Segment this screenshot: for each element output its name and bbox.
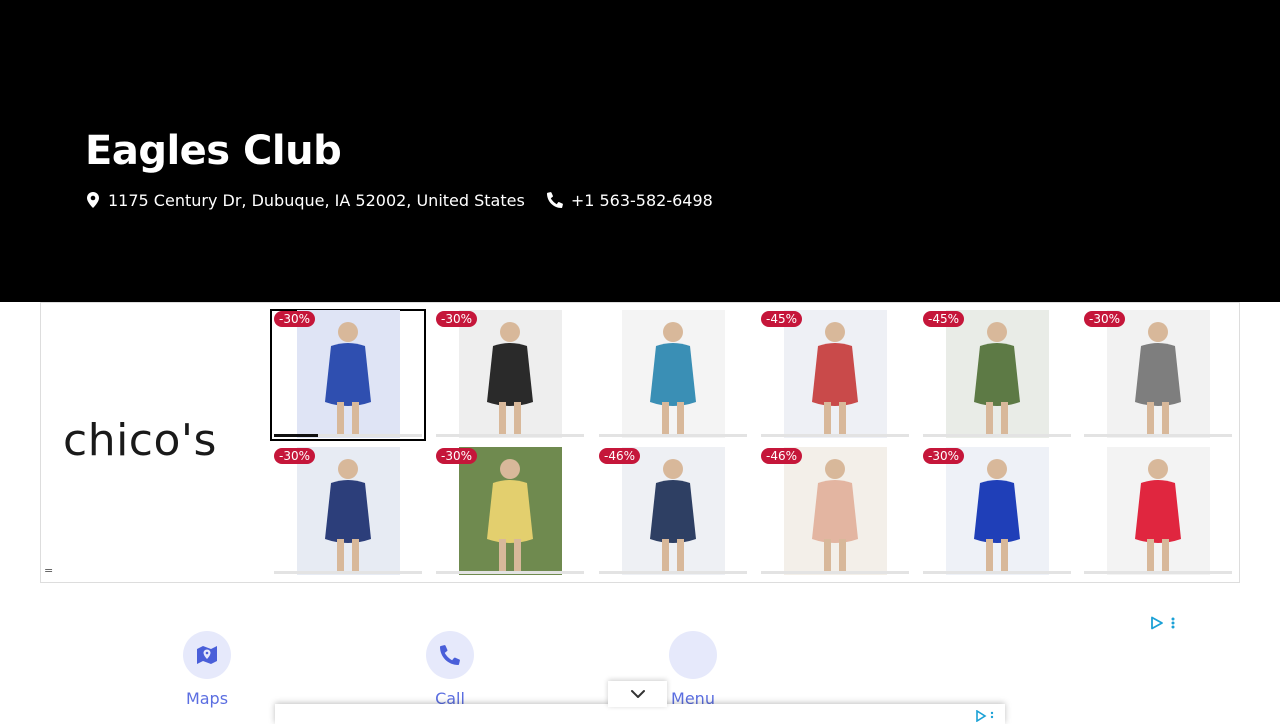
discount-badge: -46%	[599, 448, 641, 464]
carousel-progress	[274, 434, 422, 437]
brand-logo[interactable]: chico's	[63, 415, 217, 466]
product-image[interactable]	[1107, 310, 1210, 438]
carousel-progress	[923, 571, 1071, 574]
maps-button[interactable]: Maps	[167, 631, 247, 721]
adchoices-icon	[1151, 616, 1163, 630]
carousel-progress	[923, 434, 1071, 437]
phone-text: +1 563-582-6498	[570, 190, 713, 210]
collapse-ad-button[interactable]	[608, 681, 667, 707]
carousel-progress	[761, 571, 909, 574]
chevron-down-icon	[630, 690, 645, 698]
map-icon	[183, 631, 231, 679]
product-tile[interactable]: -45%	[920, 310, 1074, 440]
maps-label: Maps	[185, 689, 229, 708]
product-tile[interactable]: -30%	[270, 309, 426, 441]
address[interactable]: 1175 Century Dr, Dubuque, IA 52002, Unit…	[86, 191, 525, 210]
phone-icon	[546, 192, 563, 208]
carousel-progress	[436, 434, 584, 437]
discount-badge: -45%	[761, 311, 803, 327]
menu-icon	[669, 631, 717, 679]
product-tile[interactable]: -30%	[433, 447, 587, 577]
discount-badge: -45%	[923, 311, 965, 327]
page-title: Eagles Club	[85, 128, 342, 174]
product-tile[interactable]	[596, 310, 750, 440]
contact-info: 1175 Century Dr, Dubuque, IA 52002, Unit…	[86, 189, 735, 211]
discount-badge: -30%	[436, 311, 478, 327]
product-image[interactable]	[784, 447, 887, 575]
product-tile[interactable]: -30%	[1081, 310, 1235, 440]
product-tile[interactable]	[1081, 447, 1235, 577]
product-image[interactable]	[946, 310, 1049, 438]
product-image[interactable]	[297, 447, 400, 575]
hero-banner: Eagles Club 1175 Century Dr, Dubuque, IA…	[0, 0, 1280, 302]
product-image[interactable]	[1107, 447, 1210, 575]
carousel-progress	[1084, 434, 1232, 437]
product-image[interactable]	[622, 310, 725, 438]
carousel-progress	[599, 434, 747, 437]
discount-badge: -46%	[761, 448, 803, 464]
product-tile[interactable]: -30%	[920, 447, 1074, 577]
address-text: 1175 Century Dr, Dubuque, IA 52002, Unit…	[108, 190, 525, 210]
product-image[interactable]	[297, 310, 400, 438]
product-image[interactable]	[459, 447, 562, 575]
discount-badge: -30%	[274, 448, 316, 464]
phone-icon	[426, 631, 474, 679]
product-image[interactable]	[784, 310, 887, 438]
ad-menu-icon[interactable]: =	[44, 565, 53, 576]
product-image[interactable]	[622, 447, 725, 575]
adchoices-icon[interactable]	[975, 710, 997, 722]
product-tile[interactable]: -46%	[758, 447, 912, 577]
product-tile[interactable]: -46%	[596, 447, 750, 577]
discount-badge: -30%	[923, 448, 965, 464]
carousel-progress	[1084, 571, 1232, 574]
discount-badge: -30%	[436, 448, 478, 464]
carousel-progress	[761, 434, 909, 437]
product-tile[interactable]: -45%	[758, 310, 912, 440]
map-pin-icon	[87, 192, 99, 208]
discount-badge: -30%	[1084, 311, 1126, 327]
advertisement[interactable]: chico's = -30% -30% -45% -45% -30% -30% -30% -4…	[40, 302, 1240, 583]
adchoices[interactable]	[1150, 616, 1178, 630]
product-tile[interactable]: -30%	[271, 447, 425, 577]
product-image[interactable]	[946, 447, 1049, 575]
more-options-icon[interactable]	[1168, 616, 1178, 630]
product-image[interactable]	[459, 310, 562, 438]
product-tile[interactable]: -30%	[433, 310, 587, 440]
phone[interactable]: +1 563-582-6498	[546, 190, 713, 210]
carousel-progress	[436, 571, 584, 574]
carousel-progress	[274, 571, 422, 574]
carousel-progress	[599, 571, 747, 574]
anchor-ad[interactable]	[275, 704, 1005, 724]
discount-badge: -30%	[274, 311, 316, 327]
